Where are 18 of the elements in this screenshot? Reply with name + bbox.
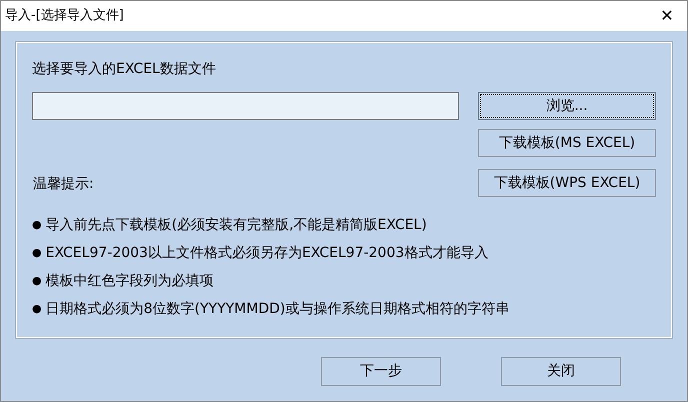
dialog-button[interactable]: 下载模板(MS EXCEL) [478, 129, 656, 157]
tip-text: 模板中红色字段列为必填项 [46, 272, 214, 291]
dialog-button[interactable]: 浏览... [478, 92, 656, 120]
close-button[interactable]: ✕ [647, 1, 687, 31]
field-label: 选择要导入的EXCEL数据文件 [32, 60, 217, 79]
bullet: ● [32, 245, 42, 262]
bullet: ● [32, 273, 42, 290]
tip-text: 导入前先点下载模板(必须安装有完整版,不能是精简版EXCEL) [46, 216, 427, 235]
tip-text: 日期格式必须为8位数字(YYYYMMDD)或与操作系统日期格式相符的字符串 [46, 300, 510, 319]
bullet: ● [32, 301, 42, 318]
dialog-button[interactable]: 下载模板(WPS EXCEL) [478, 169, 656, 197]
file-path-field[interactable] [32, 92, 459, 120]
bullet: ● [32, 217, 42, 234]
tips-heading: 温馨提示: [33, 175, 94, 194]
dialog-button[interactable]: 下一步 [321, 357, 441, 386]
dialog-button[interactable]: 关闭 [501, 357, 621, 386]
window-title: 导入-[选择导入文件] [5, 7, 124, 26]
tip-text: EXCEL97-2003以上文件格式必须另存为EXCEL97-2003格式才能导入 [46, 244, 488, 263]
